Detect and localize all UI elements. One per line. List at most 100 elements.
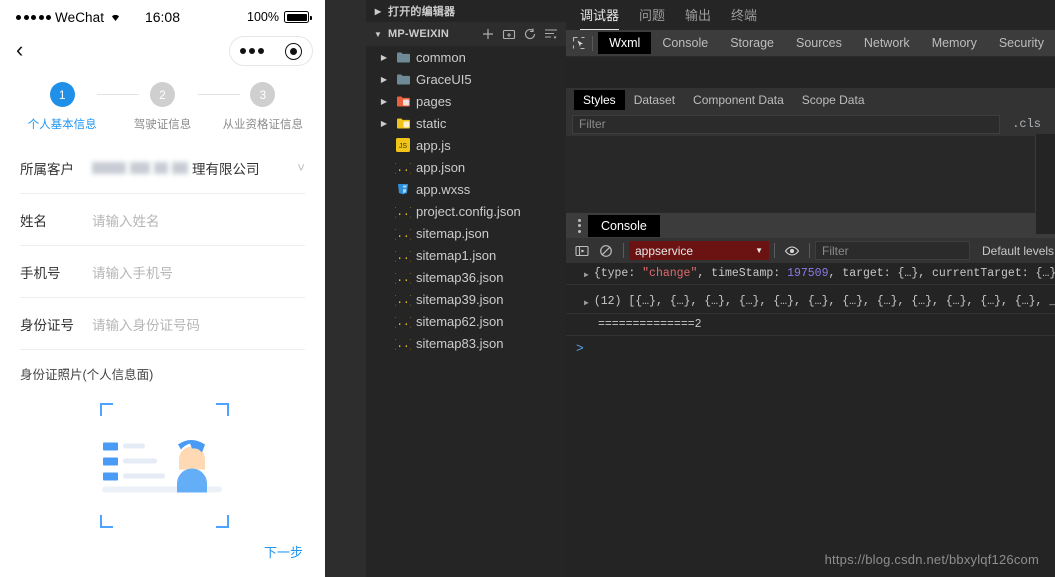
target-icon[interactable] <box>284 42 302 60</box>
tree-item-app-js[interactable]: JS app.js <box>366 134 566 156</box>
chevron-right-icon[interactable]: ▶ <box>378 119 390 128</box>
refresh-icon[interactable] <box>523 27 537 41</box>
wxml-tree-area <box>566 57 1055 88</box>
console-line: ==============2 <box>566 314 1055 336</box>
chevron-down-icon[interactable]: ▼ <box>372 30 384 39</box>
console-line[interactable]: ▶ {type: "change", timeStamp: 197509, ta… <box>566 263 1055 285</box>
clear-console-icon[interactable] <box>594 240 618 262</box>
subtab-component-data[interactable]: Component Data <box>684 90 793 110</box>
drawer-more-icon[interactable] <box>570 218 588 233</box>
new-folder-icon[interactable] <box>502 27 516 41</box>
id-photo-upload-area[interactable] <box>20 397 305 532</box>
more-dots-icon[interactable] <box>240 48 265 54</box>
toolbar-divider <box>809 243 810 258</box>
tab-network[interactable]: Network <box>853 32 921 54</box>
form-row-idnumber[interactable]: 身份证号 请输入身份证号码 <box>20 298 305 350</box>
id-photo-section: 身份证照片(个人信息面) <box>4 350 321 532</box>
chevron-right-icon[interactable]: ▶ <box>372 7 384 16</box>
tab-storage[interactable]: Storage <box>719 32 785 54</box>
eye-icon[interactable] <box>780 240 804 262</box>
tree-item-sitemap1-json[interactable]: {..} sitemap1.json <box>366 244 566 266</box>
devtools-panel-tabs: Wxml Console Storage Sources Network Mem… <box>566 30 1055 57</box>
new-file-icon[interactable] <box>481 27 495 41</box>
console-prompt[interactable]: > <box>566 336 1055 360</box>
form-row-customer[interactable]: 所属客户 理有限公司 ˅ <box>20 142 305 194</box>
console-levels-dropdown[interactable]: Default levels <box>970 244 1054 258</box>
chevron-right-icon[interactable]: ▶ <box>378 53 390 62</box>
json-icon: {..} <box>395 335 411 351</box>
json-icon: {..} <box>395 269 411 285</box>
tree-item-label: sitemap1.json <box>416 247 497 263</box>
styles-filter-row: .cls <box>566 112 1055 136</box>
tree-item-app-wxss[interactable]: app.wxss <box>366 178 566 200</box>
console-seg-plain: {type: <box>593 267 643 280</box>
file-tree: ▶ common ▶ GraceUI5 ▶ pages ▶ static JS … <box>366 46 566 354</box>
subtab-scope-data[interactable]: Scope Data <box>793 90 874 110</box>
tree-item-label: app.json <box>416 159 466 175</box>
tree-item-sitemap36-json[interactable]: {..} sitemap36.json <box>366 266 566 288</box>
toolbar-divider <box>592 35 594 51</box>
chevron-right-icon[interactable]: ▶ <box>378 75 390 84</box>
drawer-tab-console[interactable]: Console <box>588 214 660 237</box>
tab-security[interactable]: Security <box>988 32 1055 54</box>
idnumber-input[interactable]: 请输入身份证号码 <box>92 314 200 334</box>
form-row-name[interactable]: 姓名 请输入姓名 <box>20 194 305 246</box>
tree-item-pages[interactable]: ▶ pages <box>366 90 566 112</box>
console-filter-input[interactable] <box>815 241 970 260</box>
console-sidebar-icon[interactable] <box>570 240 594 262</box>
chevron-right-icon[interactable]: ▶ <box>378 97 390 106</box>
step-label-1: 个人基本信息 <box>27 119 97 131</box>
console-drawer-header: Console <box>566 212 1055 238</box>
tree-item-sitemap62-json[interactable]: {..} sitemap62.json <box>366 310 566 332</box>
phone-input[interactable]: 请输入手机号 <box>92 262 173 282</box>
collapse-all-icon[interactable] <box>544 27 558 41</box>
chevron-down-icon[interactable]: ˅ <box>297 160 305 175</box>
open-editors-section[interactable]: ▶ 打开的编辑器 <box>366 0 566 22</box>
styles-filter-input[interactable] <box>572 114 1001 134</box>
step-item-2[interactable]: 2 驾驶证信息 <box>112 82 212 132</box>
folder-blue-icon <box>395 49 411 65</box>
tree-item-sitemap83-json[interactable]: {..} sitemap83.json <box>366 332 566 354</box>
tab-sources[interactable]: Sources <box>785 32 853 54</box>
customer-label: 所属客户 <box>20 161 74 177</box>
tree-item-sitemap39-json[interactable]: {..} sitemap39.json <box>366 288 566 310</box>
phone-status-bar: WeChat 16:08 100% <box>4 4 321 30</box>
back-button[interactable]: ‹ <box>16 39 23 61</box>
step-item-1[interactable]: 1 个人基本信息 <box>12 82 112 132</box>
tab-problems[interactable]: 问题 <box>639 5 665 30</box>
cls-button[interactable]: .cls <box>1000 117 1053 131</box>
name-input[interactable]: 请输入姓名 <box>92 210 160 230</box>
form-row-phone[interactable]: 手机号 请输入手机号 <box>20 246 305 298</box>
inspect-element-icon[interactable] <box>570 32 587 54</box>
tree-item-graceui5[interactable]: ▶ GraceUI5 <box>366 68 566 90</box>
tree-item-project-config-json[interactable]: {..} project.config.json <box>366 200 566 222</box>
console-line[interactable]: ▶ (12) [{…}, {…}, {…}, {…}, {…}, {…}, {…… <box>566 285 1055 314</box>
tab-terminal[interactable]: 终端 <box>731 5 757 30</box>
tab-wxml[interactable]: Wxml <box>598 32 652 54</box>
expand-arrow-icon[interactable]: ▶ <box>584 267 589 280</box>
execution-context-select[interactable]: appservice ▼ <box>629 241 769 260</box>
tree-item-app-json[interactable]: {..} app.json <box>366 156 566 178</box>
tree-item-common[interactable]: ▶ common <box>366 46 566 68</box>
styles-side-strip <box>1036 134 1055 234</box>
tree-item-label: project.config.json <box>416 203 521 219</box>
json-icon: {..} <box>395 203 411 219</box>
step-item-3[interactable]: 3 从业资格证信息 <box>213 82 313 132</box>
tree-item-static[interactable]: ▶ static <box>366 112 566 134</box>
subtab-styles[interactable]: Styles <box>574 90 625 110</box>
tab-console[interactable]: Console <box>651 32 719 54</box>
project-section-header[interactable]: ▼ MP-WEIXIN <box>366 22 566 46</box>
expand-arrow-icon[interactable]: ▶ <box>584 295 589 308</box>
tree-item-label: sitemap.json <box>416 225 489 241</box>
console-line-text: (12) [{…}, {…}, {…}, {…}, {…}, {…}, {…},… <box>593 295 1055 308</box>
subtab-dataset[interactable]: Dataset <box>625 90 684 110</box>
tab-memory[interactable]: Memory <box>921 32 988 54</box>
tab-output[interactable]: 输出 <box>685 5 711 30</box>
tree-item-sitemap-json[interactable]: {..} sitemap.json <box>366 222 566 244</box>
toolbar-divider <box>623 243 624 258</box>
next-step-button[interactable]: 下一步 <box>264 542 303 561</box>
tab-debugger[interactable]: 调试器 <box>580 5 620 30</box>
console-seg-string: "change" <box>642 267 698 280</box>
wechat-capsule-bar[interactable] <box>229 36 313 66</box>
step-connector-2 <box>198 94 240 95</box>
